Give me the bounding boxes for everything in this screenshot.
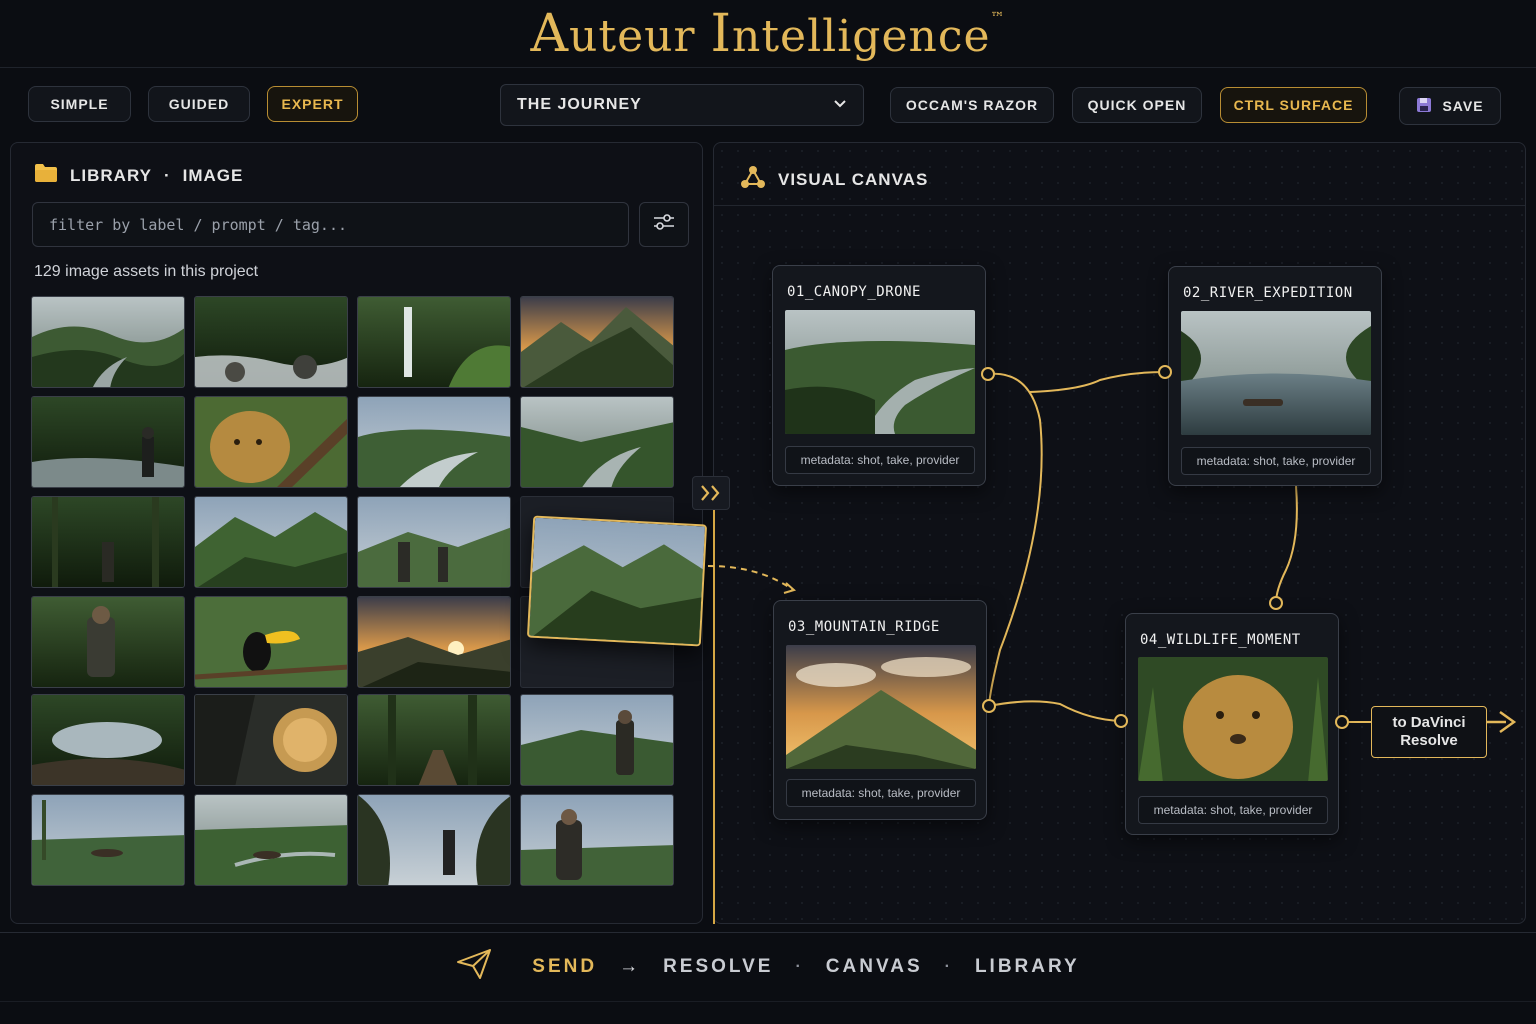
node-metadata: metadata: shot, take, provider [786,779,976,807]
asset-thumbnail[interactable] [31,694,185,786]
library-separator: · [163,165,171,185]
asset-thumbnail[interactable] [31,296,185,388]
footer-bar: SEND → RESOLVE · CANVAS · LIBRARY [0,932,1536,1002]
save-button[interactable]: SAVE [1399,87,1501,125]
asset-thumbnail[interactable] [520,296,674,388]
paper-plane-icon[interactable] [456,948,492,986]
quick-open-button[interactable]: QUICK OPEN [1072,87,1202,123]
asset-thumbnail[interactable] [31,794,185,886]
node-image [785,310,975,434]
canvas-node-canopy-drone[interactable]: 01_CANOPY_DRONE metadata: shot, take, pr… [772,265,986,486]
asset-thumbnail[interactable] [31,596,185,688]
node-metadata: metadata: shot, take, provider [1181,447,1371,475]
mode-simple-button[interactable]: SIMPLE [28,86,131,122]
node-title: 02_RIVER_EXPEDITION [1183,285,1353,301]
asset-thumbnail[interactable] [357,296,511,388]
canvas-node-wildlife-moment[interactable]: 04_WILDLIFE_MOMENT metadata: shot, take,… [1125,613,1339,835]
asset-thumbnail[interactable] [194,596,348,688]
filter-options-button[interactable] [639,202,689,247]
node-title: 03_MOUNTAIN_RIDGE [788,619,940,635]
node-metadata: metadata: shot, take, provider [785,446,975,474]
canvas-header-divider [714,205,1525,206]
filter-placeholder: filter by label / prompt / tag... [49,215,348,234]
canvas-header: VISUAL CANVAS [740,165,928,194]
library-title: LIBRARY [70,165,152,185]
node-title: 01_CANOPY_DRONE [787,284,921,300]
asset-thumbnail[interactable] [357,596,511,688]
asset-count: 129 image assets in this project [34,263,259,280]
canvas-node-river-expedition[interactable]: 02_RIVER_EXPEDITION metadata: shot, take… [1168,266,1382,486]
node-image [786,645,976,769]
folder-icon [34,163,58,188]
asset-thumbnail[interactable] [194,694,348,786]
project-select-value: THE JOURNEY [517,96,642,113]
asset-thumbnail[interactable] [357,396,511,488]
toolbar: SIMPLE GUIDED EXPERT THE JOURNEY OCCAM'S… [0,68,1536,142]
collapse-chevron-icon[interactable] [692,476,730,510]
asset-thumbnail[interactable] [357,496,511,588]
resolve-link[interactable]: RESOLVE [663,956,773,978]
asset-thumbnail[interactable] [194,296,348,388]
library-type: IMAGE [182,165,244,185]
node-image [1138,657,1328,781]
node-image [1181,311,1371,435]
davinci-resolve-output[interactable]: to DaVinci Resolve [1371,706,1487,758]
asset-thumbnail[interactable] [520,694,674,786]
output-label-line2: Resolve [1400,732,1458,749]
asset-thumbnail[interactable] [520,396,674,488]
project-select[interactable]: THE JOURNEY [500,84,864,126]
nodes-icon [740,165,766,194]
asset-thumbnail[interactable] [31,496,185,588]
panel-divider[interactable] [713,510,715,924]
mode-guided-button[interactable]: GUIDED [148,86,250,122]
asset-thumbnail[interactable] [520,794,674,886]
canvas-title: VISUAL CANVAS [778,169,929,189]
canvas-link[interactable]: CANVAS [826,956,923,978]
library-filter-input[interactable]: filter by label / prompt / tag... [32,202,629,247]
save-label: SAVE [1442,98,1484,114]
chevron-down-icon [833,96,847,114]
app-title: Auteur Intelligence™ [530,3,1006,64]
asset-thumbnail[interactable] [194,496,348,588]
sliders-icon [653,213,675,236]
asset-thumbnail[interactable] [357,794,511,886]
ctrl-surface-button[interactable]: CTRL SURFACE [1220,87,1367,123]
footer-separator: · [944,958,953,975]
library-header: LIBRARY · IMAGE [34,163,243,188]
dragged-asset-thumbnail[interactable] [526,515,708,647]
title-bar: Auteur Intelligence™ [0,0,1536,68]
asset-thumbnail[interactable] [31,396,185,488]
node-title: 04_WILDLIFE_MOMENT [1140,632,1301,648]
save-disk-icon [1416,97,1432,116]
send-link[interactable]: SEND [532,956,597,978]
asset-thumbnail[interactable] [194,794,348,886]
node-metadata: metadata: shot, take, provider [1138,796,1328,824]
asset-thumbnail[interactable] [357,694,511,786]
library-link[interactable]: LIBRARY [975,956,1080,978]
canvas-node-mountain-ridge[interactable]: 03_MOUNTAIN_RIDGE metadata: shot, take, … [773,600,987,820]
asset-thumbnail[interactable] [194,396,348,488]
footer-separator: · [795,958,804,975]
occams-razor-button[interactable]: OCCAM'S RAZOR [890,87,1054,123]
output-label-line1: to DaVinci [1392,714,1466,731]
mode-expert-button[interactable]: EXPERT [267,86,358,122]
arrow-icon: → [619,956,642,977]
